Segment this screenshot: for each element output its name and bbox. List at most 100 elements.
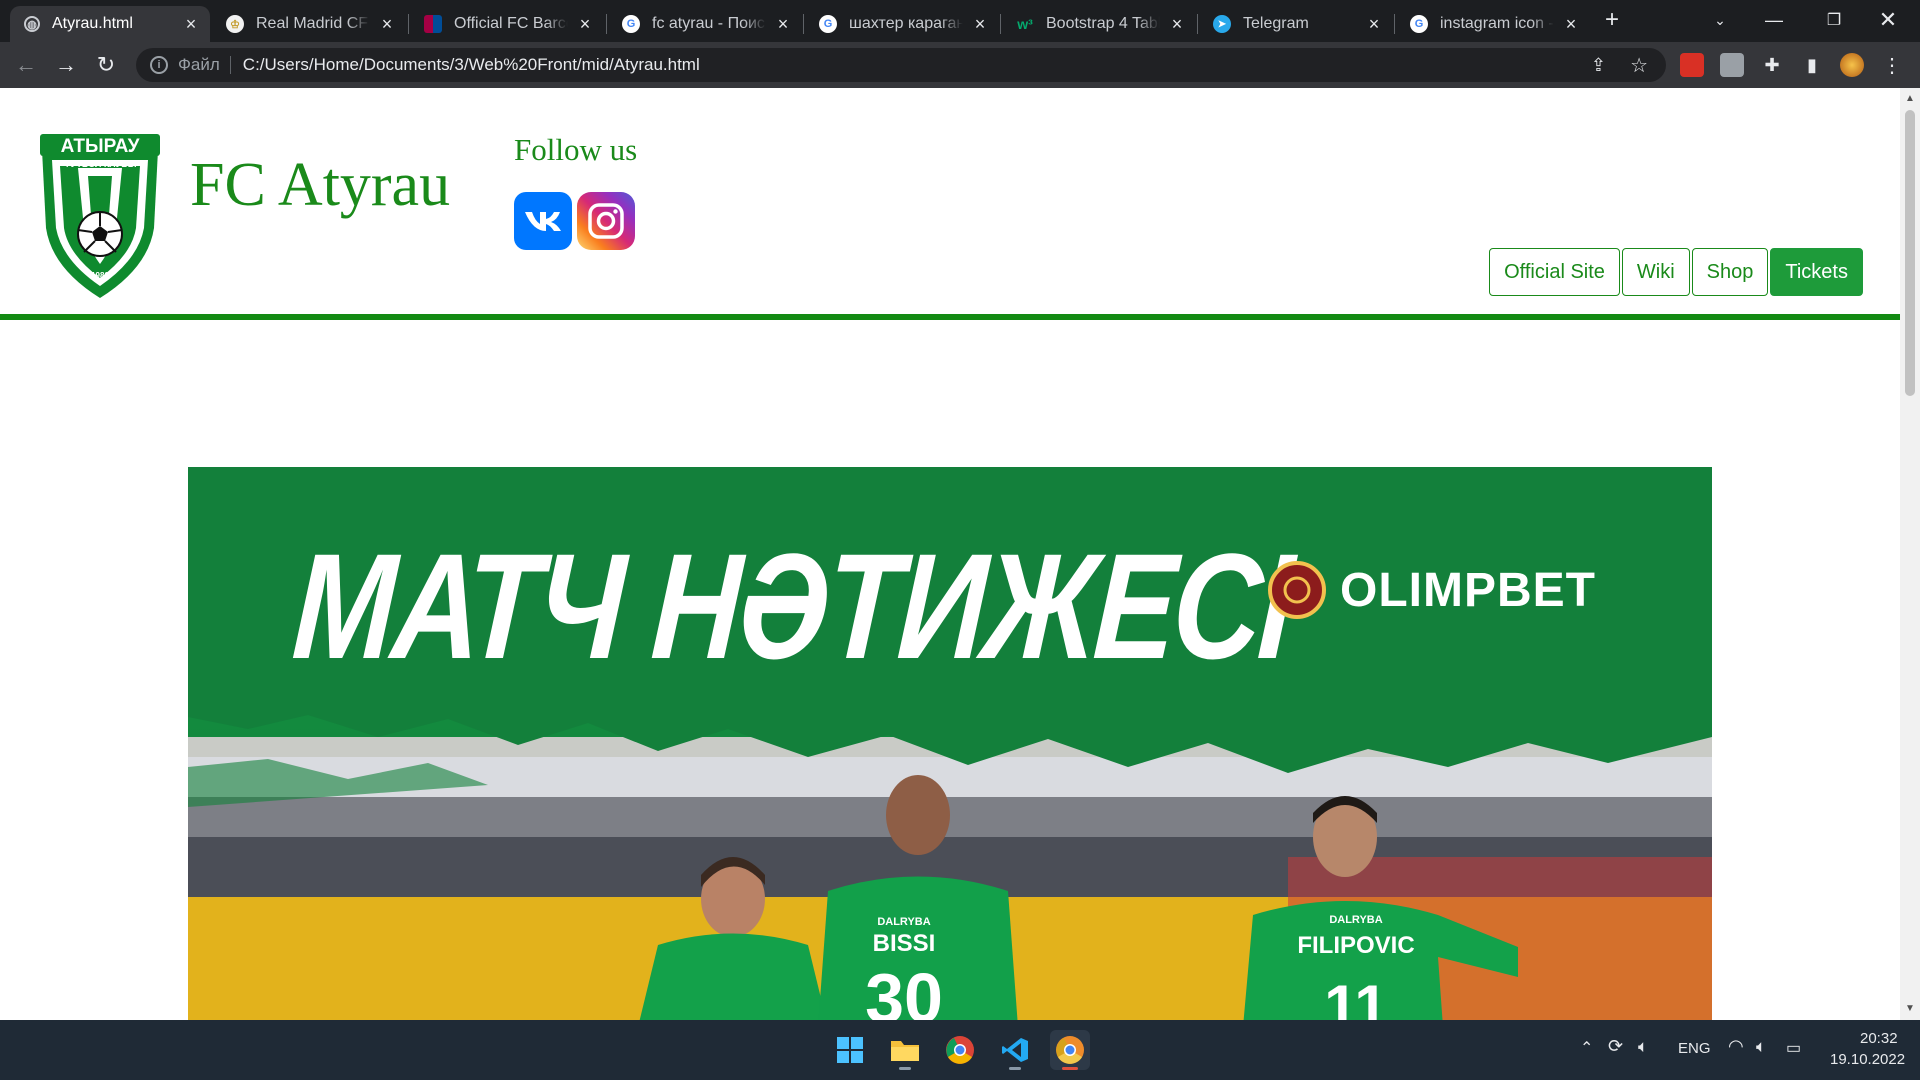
forward-button[interactable]: → (50, 49, 82, 81)
wifi-icon[interactable]: ◠ (1728, 1036, 1744, 1057)
browser-toolbar: ← → ↻ i Файл C:/Users/Home/Documents/3/W… (0, 42, 1920, 88)
w3schools-icon: w³ (1017, 16, 1033, 32)
player-shirt-sponsor: DALRYBA (877, 916, 930, 928)
real-madrid-icon: ♔ (226, 15, 244, 33)
restore-button[interactable]: ❐ (1814, 4, 1854, 36)
player-name: FILIPOVIC (1297, 932, 1414, 959)
tab-google-instagram-icon[interactable]: G instagram icon - × (1396, 6, 1590, 42)
chrome-icon[interactable] (940, 1030, 980, 1070)
tab-title: шахтер караганд (849, 15, 963, 32)
tab-telegram[interactable]: ➤ Telegram × (1199, 6, 1393, 42)
language-indicator[interactable]: ENG (1678, 1040, 1711, 1057)
tab-google-fc-atyrau[interactable]: G fc atyrau - Поиск × (608, 6, 802, 42)
tab-title: Real Madrid CF | R (256, 15, 370, 32)
tab-bootstrap-table[interactable]: w³ Bootstrap 4 Table × (1002, 6, 1196, 42)
browser-menu-icon[interactable]: ⋮ (1876, 49, 1908, 81)
scroll-up-arrow-icon[interactable]: ▲ (1900, 90, 1920, 106)
tab-title: Bootstrap 4 Table (1046, 15, 1160, 32)
clock-date[interactable]: 19.10.2022 (1830, 1051, 1905, 1068)
tickets-button[interactable]: Tickets (1770, 248, 1863, 296)
banner-headline: МАТЧ НӘТИЖЕСІ (288, 522, 1295, 690)
telegram-icon: ➤ (1213, 15, 1231, 33)
player-shirt-sponsor: DALRYBA (1329, 914, 1382, 926)
site-nav: Official Site Wiki Shop Tickets (1489, 248, 1863, 296)
tab-atyrau[interactable]: ◍ Atyrau.html × (10, 6, 210, 42)
chrome-canary-icon[interactable] (1050, 1030, 1090, 1070)
browser-tab-strip: ◍ Atyrau.html × ♔ Real Madrid CF | R × O… (0, 0, 1920, 42)
tab-google-shakhter[interactable]: G шахтер караганд × (805, 6, 999, 42)
barcelona-icon (424, 15, 442, 33)
new-tab-button[interactable]: + (1592, 4, 1632, 36)
close-icon[interactable]: × (774, 14, 792, 35)
scrollbar-thumb[interactable] (1905, 110, 1915, 396)
tab-real-madrid[interactable]: ♔ Real Madrid CF | R × (212, 6, 406, 42)
player-name: BISSI (873, 930, 936, 957)
player-number: 30 (865, 959, 943, 1020)
bookmark-star-icon[interactable]: ☆ (1630, 53, 1648, 78)
vscode-icon[interactable] (995, 1030, 1035, 1070)
close-icon[interactable]: × (1365, 14, 1383, 35)
google-icon: G (622, 15, 640, 33)
instagram-link[interactable] (577, 192, 635, 250)
tab-title: Telegram (1243, 15, 1309, 32)
vk-icon (525, 212, 561, 231)
extension-mail-icon[interactable] (1680, 53, 1704, 77)
tab-title: Atyrau.html (52, 15, 133, 32)
battery-icon[interactable]: ▭ (1786, 1038, 1801, 1058)
tray-speaker-icon[interactable]: 🔈︎ (1638, 1037, 1648, 1057)
page-scrollbar[interactable]: ▲ ▼ (1900, 88, 1920, 1020)
tab-barcelona[interactable]: Official FC Barcelo × (410, 6, 604, 42)
side-panel-icon[interactable]: ▮ (1796, 49, 1828, 81)
address-scheme-label: Файл (178, 55, 220, 74)
close-icon[interactable]: × (1168, 14, 1186, 35)
follow-us-label: Follow us (514, 132, 638, 167)
olimpbet-laurel-icon (1268, 561, 1326, 619)
clock-time[interactable]: 20:32 (1860, 1030, 1898, 1047)
close-window-button[interactable]: ✕ (1868, 4, 1908, 36)
sponsor-name: OLIMPBET (1340, 563, 1596, 617)
show-hidden-icons-chevron-icon[interactable]: ⌃ (1580, 1038, 1593, 1058)
site-header: АТЫРАУ ФУТБОЛ КЛУБЫ 1980 FC Atyrau Follo… (0, 88, 1900, 320)
tab-title: fc atyrau - Поиск (652, 15, 766, 32)
close-icon[interactable]: × (971, 14, 989, 35)
file-explorer-icon[interactable] (885, 1030, 925, 1070)
close-icon[interactable]: × (1562, 14, 1580, 35)
instagram-icon (588, 203, 624, 239)
address-bar[interactable]: i Файл C:/Users/Home/Documents/3/Web%20F… (136, 48, 1666, 82)
close-icon[interactable]: × (576, 14, 594, 35)
tab-search-chevron-icon[interactable]: ⌄ (1700, 4, 1740, 36)
player-number: 11 (1324, 973, 1387, 1020)
share-icon[interactable]: ⇪ (1591, 55, 1606, 76)
vk-link[interactable] (514, 192, 572, 250)
minimize-button[interactable]: — (1754, 4, 1794, 36)
crest-year-text: 1980 (91, 271, 109, 280)
back-button[interactable]: ← (10, 49, 42, 81)
shop-button[interactable]: Shop (1691, 248, 1769, 296)
match-result-banner-image: DALRYBA BISSI 30 DALRYBA FILIPOVIC 11 МА… (188, 467, 1712, 1020)
google-icon: G (819, 15, 837, 33)
tab-title: instagram icon - (1440, 15, 1554, 32)
windows-taskbar: ⌃ ⟳ 🔈︎ ENG ◠ 🔈︎ ▭ 20:32 19.10.2022 (0, 1020, 1920, 1080)
close-icon[interactable]: × (182, 14, 200, 35)
site-info-icon[interactable]: i (150, 56, 168, 74)
official-site-button[interactable]: Official Site (1489, 248, 1620, 296)
tab-title: Official FC Barcelo (454, 15, 568, 32)
page-viewport: АТЫРАУ ФУТБОЛ КЛУБЫ 1980 FC Atyrau Follo… (0, 88, 1900, 1020)
crest-title-text: АТЫРАУ (61, 136, 140, 157)
reload-button[interactable]: ↻ (90, 49, 122, 81)
scroll-down-arrow-icon[interactable]: ▼ (1900, 1000, 1920, 1016)
sponsor-logo: OLIMPBET (1268, 561, 1596, 619)
close-icon[interactable]: × (378, 14, 396, 35)
address-url: C:/Users/Home/Documents/3/Web%20Front/mi… (242, 55, 700, 74)
site-title: FC Atyrau (190, 151, 451, 219)
fc-atyrau-crest-logo[interactable]: АТЫРАУ ФУТБОЛ КЛУБЫ 1980 (38, 128, 162, 300)
extension-gray-icon[interactable] (1720, 53, 1744, 77)
windows-start-icon[interactable] (830, 1030, 870, 1070)
crest-subtitle-text: ФУТБОЛ КЛУБЫ (63, 159, 136, 169)
extensions-puzzle-icon[interactable]: ✚ (1756, 49, 1788, 81)
onedrive-sync-icon[interactable]: ⟳ (1608, 1036, 1623, 1057)
google-icon: G (1410, 15, 1428, 33)
profile-avatar[interactable] (1840, 53, 1864, 77)
volume-icon[interactable]: 🔈︎ (1756, 1037, 1766, 1057)
wiki-button[interactable]: Wiki (1621, 248, 1690, 296)
